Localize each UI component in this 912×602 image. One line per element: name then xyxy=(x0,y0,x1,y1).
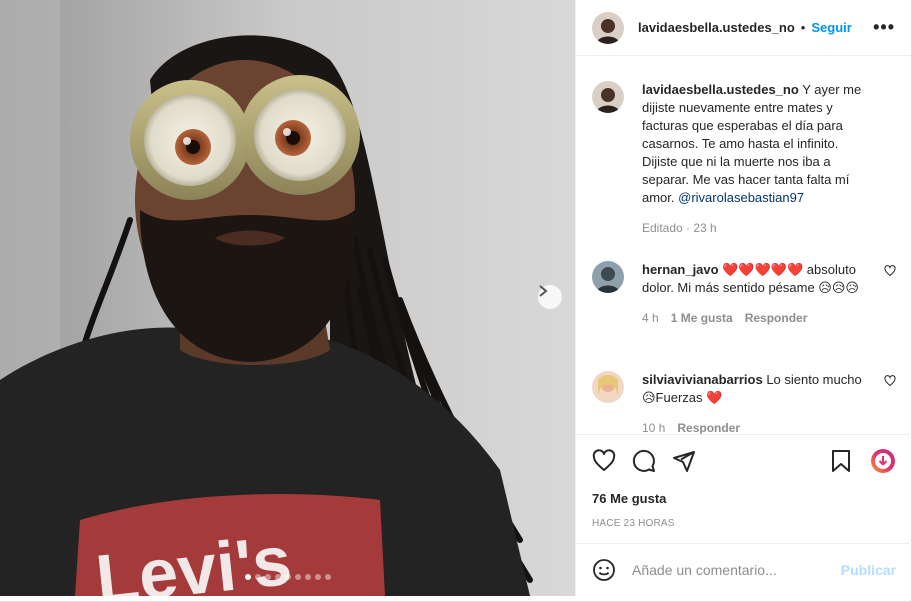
download-extension-icon[interactable] xyxy=(870,448,896,474)
reply-button[interactable]: Responder xyxy=(677,421,740,434)
comment-likes[interactable]: 1 Me gusta xyxy=(671,311,733,325)
caption: lavidaesbella.ustedes_no Y ayer me dijis… xyxy=(592,81,896,235)
commenter-avatar[interactable] xyxy=(592,261,624,293)
author-avatar[interactable] xyxy=(592,11,624,44)
author-avatar[interactable] xyxy=(592,81,624,113)
next-slide-button[interactable] xyxy=(538,285,562,309)
caption-body: Y ayer me dijiste nuevamente entre mates… xyxy=(642,82,862,205)
author-username[interactable]: lavidaesbella.ustedes_no xyxy=(638,20,795,35)
slide-dot xyxy=(244,574,251,580)
follow-button[interactable]: Seguir xyxy=(811,20,851,35)
comment-item: hernan_javo ❤️❤️❤️❤️❤️ absoluto dolor. M… xyxy=(592,261,896,325)
comment-emoji: ❤️❤️❤️❤️❤️ xyxy=(722,262,804,277)
add-comment-form: Publicar xyxy=(576,543,912,596)
share-icon[interactable] xyxy=(672,449,696,473)
slide-dot xyxy=(254,574,261,580)
action-bar xyxy=(576,435,912,487)
comment-time: 10 h xyxy=(642,421,666,434)
caption-edited-time: Editado · 23 h xyxy=(642,221,717,235)
slide-dot xyxy=(304,574,311,580)
post-actions: 76 Me gusta HACE 23 HORAS xyxy=(576,434,912,529)
reply-button[interactable]: Responder xyxy=(745,311,808,325)
caption-username[interactable]: lavidaesbella.ustedes_no xyxy=(642,82,799,97)
like-comment-icon[interactable] xyxy=(884,375,896,387)
comment-username[interactable]: silviavivianabarrios xyxy=(642,372,763,387)
slide-dot xyxy=(324,574,331,580)
caption-meta: Editado · 23 h xyxy=(642,221,874,235)
comment-item: silviavivianabarrios Lo siento mucho 😥Fu… xyxy=(592,371,896,434)
comment-meta: 4 h 1 Me gusta Responder xyxy=(642,311,874,325)
comment-text: hernan_javo ❤️❤️❤️❤️❤️ absoluto dolor. M… xyxy=(642,261,874,297)
slide-indicator xyxy=(0,574,575,580)
slide-dot xyxy=(314,574,321,580)
commenter-avatar[interactable] xyxy=(592,371,624,403)
emoji-picker-icon[interactable] xyxy=(592,558,616,582)
post-header: lavidaesbella.ustedes_no • Seguir ••• xyxy=(576,0,911,56)
like-icon[interactable] xyxy=(592,449,616,473)
publish-button[interactable]: Publicar xyxy=(841,562,896,578)
post-photo[interactable]: Levi's xyxy=(0,0,575,596)
post-dialog: Levi's lavidaesbella.ustedes_no • Seguir… xyxy=(0,0,912,602)
slide-dot xyxy=(274,574,281,580)
comment-icon[interactable] xyxy=(632,449,656,473)
header-separator: • xyxy=(800,20,806,35)
caption-text: lavidaesbella.ustedes_no Y ayer me dijis… xyxy=(642,81,874,207)
comment-time: 4 h xyxy=(642,311,659,325)
more-options-icon[interactable]: ••• xyxy=(873,17,895,38)
caption-mention[interactable]: @rivarolasebastian97 xyxy=(678,190,804,205)
comments-list: lavidaesbella.ustedes_no Y ayer me dijis… xyxy=(576,57,912,434)
slide-dot xyxy=(294,574,301,580)
post-timestamp: HACE 23 HORAS xyxy=(592,518,675,529)
post-side-panel: lavidaesbella.ustedes_no • Seguir ••• la… xyxy=(575,0,912,596)
comment-emoji: ❤️ xyxy=(706,390,723,405)
likes-count[interactable]: 76 Me gusta xyxy=(576,491,912,506)
like-comment-icon[interactable] xyxy=(884,265,896,277)
comment-meta: 10 h Responder xyxy=(642,421,874,434)
slide-dot xyxy=(264,574,271,580)
save-icon[interactable] xyxy=(830,449,852,473)
comment-text: silviavivianabarrios Lo siento mucho 😥Fu… xyxy=(642,371,874,407)
photo-illustration: Levi's xyxy=(0,0,575,596)
comment-username[interactable]: hernan_javo xyxy=(642,262,719,277)
chevron-right-icon xyxy=(539,285,548,297)
comment-input[interactable] xyxy=(632,562,841,578)
slide-dot xyxy=(284,574,291,580)
